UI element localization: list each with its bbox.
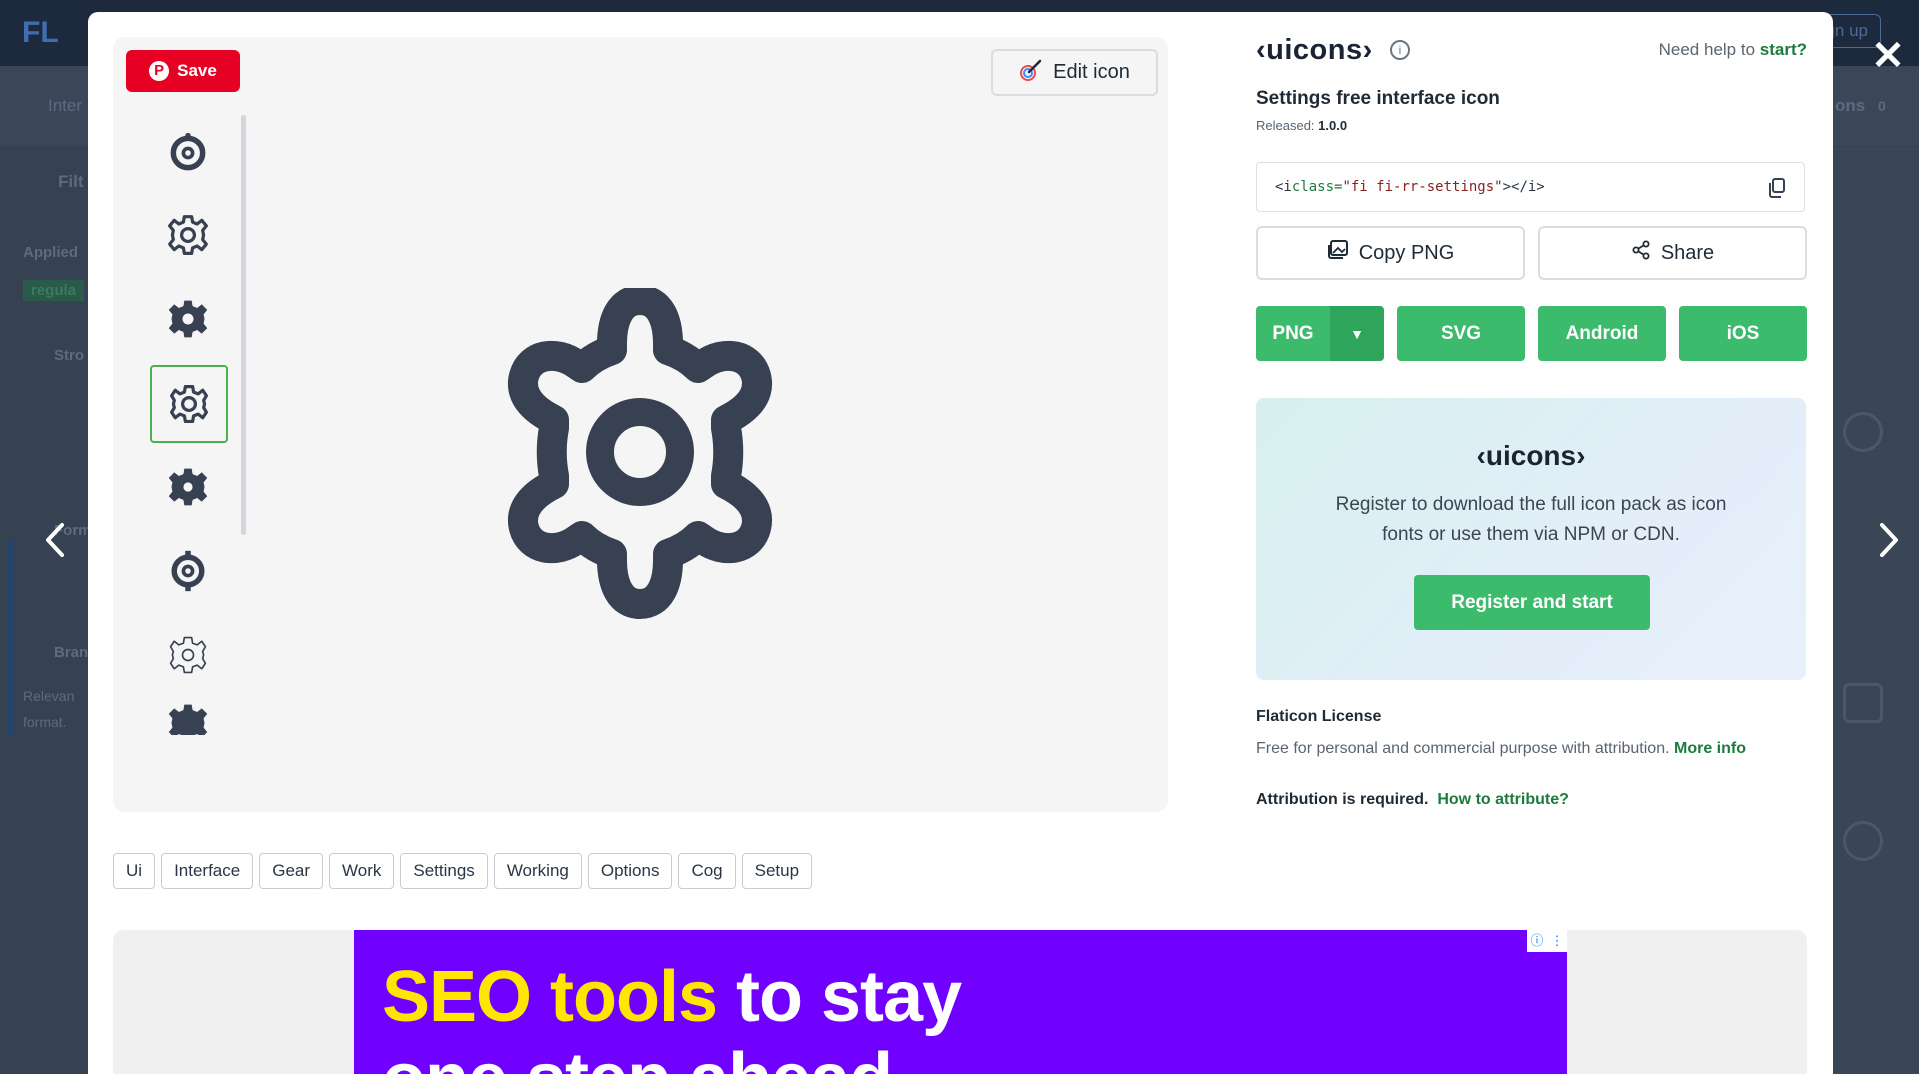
background-tab: Inter [48, 96, 83, 115]
advertisement-banner[interactable]: SEO tools to stay one step ahead ⓘ ⋮ [354, 930, 1567, 1074]
tag-options[interactable]: Options [587, 853, 673, 889]
chevron-right-icon[interactable] [1868, 515, 1908, 565]
background-format: format. [23, 714, 67, 730]
copy-png-label: Copy PNG [1358, 241, 1455, 264]
icon-title: Settings free interface icon [1256, 88, 1500, 109]
license-description: Free for personal and commercial purpose… [1256, 740, 1674, 757]
background-relevant: Relevan [23, 688, 75, 704]
settings-solid-icon[interactable] [150, 281, 226, 357]
info-icon[interactable]: ⓘ [1527, 930, 1547, 952]
download-android-button[interactable]: Android [1538, 306, 1666, 361]
more-info-link[interactable]: More info [1674, 740, 1746, 757]
more-vertical-icon[interactable]: ⋮ [1547, 930, 1567, 952]
tag-working[interactable]: Working [493, 853, 582, 889]
image-icon [1327, 240, 1349, 266]
background-filters: Filt [58, 172, 84, 191]
settings-bold-icon[interactable] [150, 533, 226, 609]
background-applied-tag: regula [23, 280, 85, 301]
settings-gear-icon [480, 285, 800, 638]
code-attribute: class= [1291, 179, 1343, 195]
background-icons-tab: ons [1835, 96, 1866, 115]
background-sidebar-toggle [8, 540, 14, 735]
background-icons-count: 0 [1878, 98, 1886, 114]
background-logo: FL [22, 16, 59, 49]
icon-code-snippet[interactable]: <i class= "fi fi-rr-settings" ></i> [1256, 162, 1805, 212]
save-label: Save [177, 61, 217, 80]
register-and-start-button[interactable]: Register and start [1414, 575, 1650, 630]
tag-setup[interactable]: Setup [741, 853, 813, 889]
settings-partial-icon[interactable] [150, 701, 226, 735]
settings-regular-rounded-icon[interactable] [150, 365, 228, 443]
settings-solid-rounded-icon[interactable] [150, 449, 226, 525]
released-version: 1.0.0 [1318, 118, 1348, 133]
settings-bold-rounded-icon[interactable] [150, 115, 226, 191]
copy-png-button[interactable]: Copy PNG [1256, 226, 1525, 280]
download-svg-button[interactable]: SVG [1397, 306, 1525, 361]
chevron-left-icon[interactable] [36, 515, 76, 565]
thumbnail-scrollbar[interactable] [241, 115, 246, 535]
help-start-link[interactable]: start? [1760, 40, 1807, 59]
help-text: Need help to start? [1659, 40, 1807, 60]
copy-icon[interactable] [1768, 178, 1786, 198]
released-label: Released: [1256, 118, 1319, 133]
chevron-down-icon[interactable]: ▼ [1330, 306, 1384, 361]
background-applied: Applied [23, 244, 78, 261]
ad-highlight: SEO tools [382, 957, 718, 1037]
advertisement-container: SEO tools to stay one step ahead ⓘ ⋮ [113, 930, 1807, 1074]
tag-cog[interactable]: Cog [678, 853, 736, 889]
license-title: Flaticon License [1256, 708, 1382, 725]
license-text: Free for personal and commercial purpose… [1256, 740, 1746, 758]
promo-text: Register to download the full icon pack … [1335, 494, 1727, 545]
uicons-logo[interactable]: ‹uicons› [1256, 34, 1373, 67]
tag-settings[interactable]: Settings [400, 853, 488, 889]
tag-work[interactable]: Work [329, 853, 395, 889]
pinterest-save-button[interactable]: P Save [126, 50, 240, 92]
tag-gear[interactable]: Gear [259, 853, 324, 889]
attribution-line: Attribution is required. How to attribut… [1256, 791, 1569, 809]
code-suffix: ></i> [1502, 179, 1545, 195]
tag-ui[interactable]: Ui [113, 853, 156, 889]
eye-icon [1843, 821, 1883, 861]
info-icon[interactable]: i [1390, 40, 1410, 60]
location-pin-icon [1843, 412, 1883, 452]
background-brand: Bran [54, 644, 89, 661]
edit-icon-button[interactable]: Edit icon [991, 49, 1158, 96]
share-button[interactable]: Share [1538, 226, 1807, 280]
edit-icon-label: Edit icon [1053, 61, 1130, 83]
code-prefix: <i [1275, 179, 1292, 195]
ad-subline: one step ahead [382, 1038, 893, 1074]
code-string: "fi fi-rr-settings" [1342, 179, 1503, 195]
release-info: Released: 1.0.0 [1256, 118, 1347, 133]
attribution-text: Attribution is required. [1256, 791, 1429, 808]
download-png-button[interactable]: PNG [1256, 306, 1330, 361]
settings-regular-icon[interactable] [150, 197, 226, 273]
tag-interface[interactable]: Interface [161, 853, 254, 889]
ad-headline: SEO tools to stay [382, 956, 962, 1038]
ad-headline-rest: to stay [717, 957, 962, 1037]
share-icon [1631, 240, 1651, 266]
uicons-promo-card: ‹uicons› Register to download the full i… [1256, 398, 1806, 680]
tag-list: Ui Interface Gear Work Settings Working … [113, 853, 813, 889]
share-label: Share [1660, 241, 1715, 264]
promo-uicons-logo: ‹uicons› [1476, 440, 1586, 471]
pencil-color-icon [1019, 58, 1043, 88]
background-stroke: Stro [54, 347, 84, 364]
help-text-label: Need help to [1658, 40, 1760, 59]
download-ios-button[interactable]: iOS [1679, 306, 1807, 361]
ad-choices-badge[interactable]: ⓘ ⋮ [1527, 930, 1567, 952]
close-icon[interactable]: ✕ [1870, 36, 1906, 76]
how-to-attribute-link[interactable]: How to attribute? [1437, 791, 1569, 808]
lock-icon [1843, 683, 1883, 723]
icon-style-thumbnails [150, 115, 230, 735]
settings-thin-icon[interactable] [150, 617, 226, 693]
pinterest-icon: P [149, 61, 170, 81]
